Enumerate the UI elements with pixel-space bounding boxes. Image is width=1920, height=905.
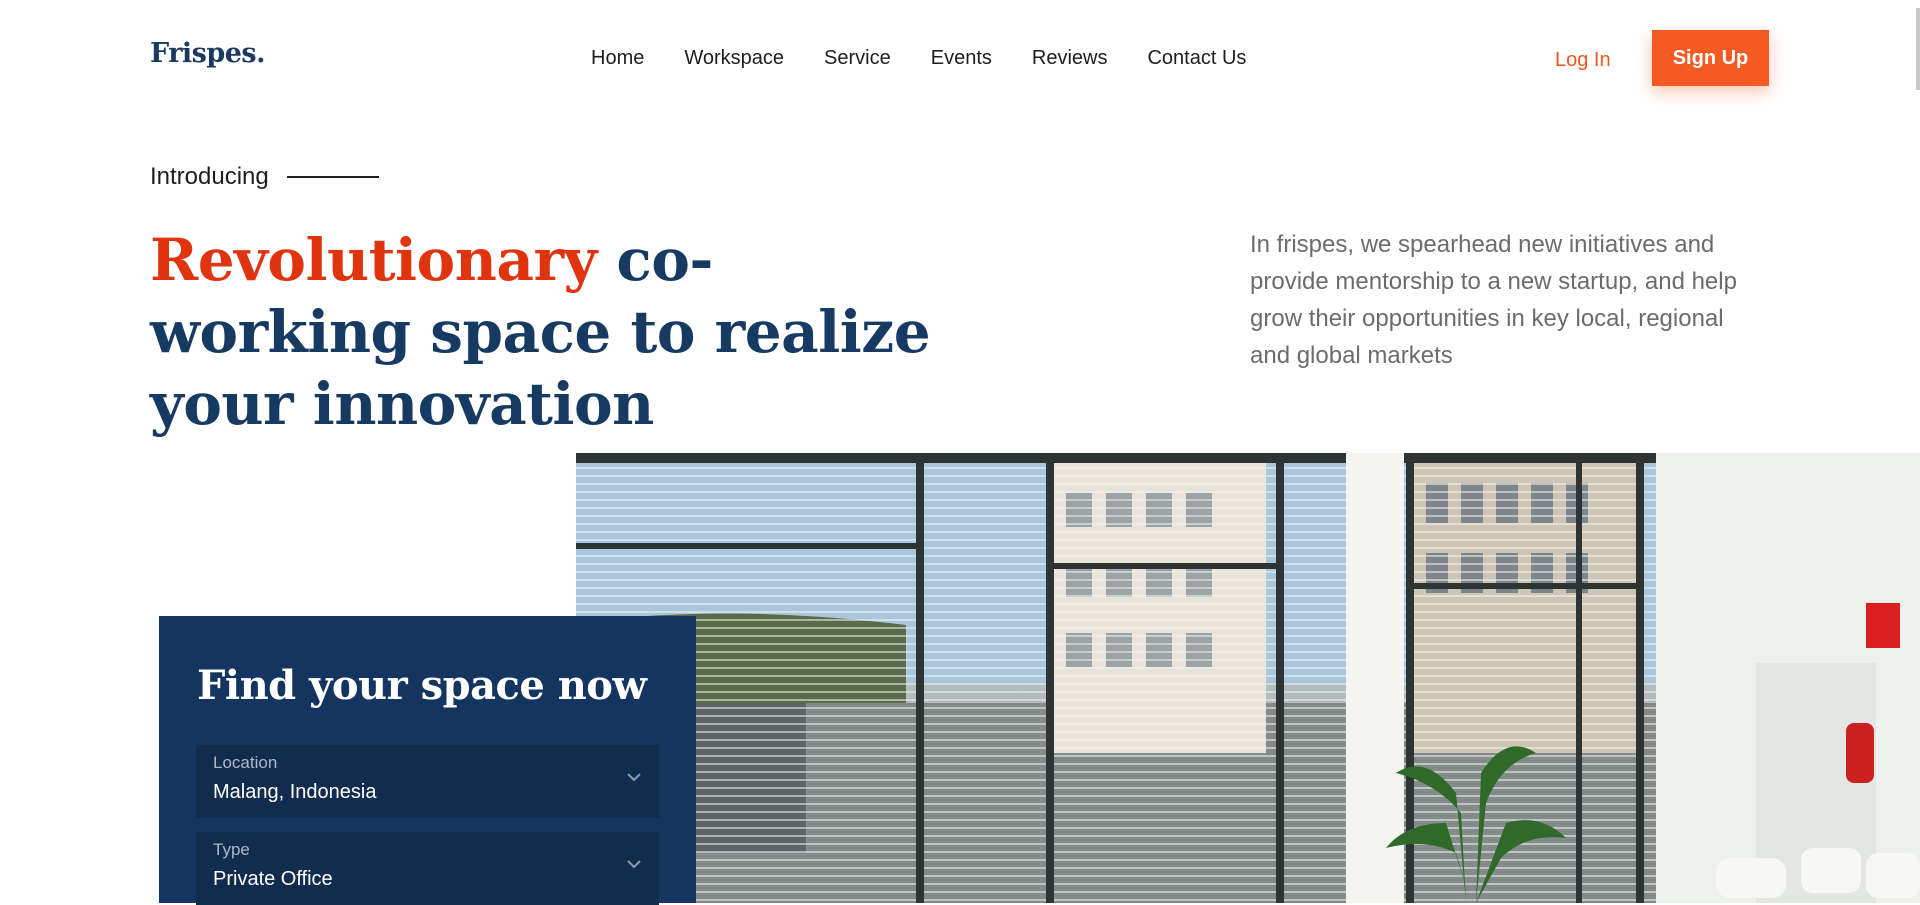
main-nav: Home Workspace Service Events Reviews Co… [591, 47, 1246, 70]
hero-office-photo [576, 453, 1920, 903]
finder-title: Find your space now [197, 662, 647, 709]
login-link[interactable]: Log In [1555, 49, 1611, 72]
nav-home[interactable]: Home [591, 47, 644, 70]
nav-workspace[interactable]: Workspace [684, 47, 784, 70]
page-scrollbar[interactable] [1916, 8, 1920, 90]
intro-eyebrow: Introducing [150, 163, 379, 191]
office-photo-illustration [576, 453, 1920, 903]
location-label: Location [213, 753, 278, 772]
type-value: Private Office [213, 868, 333, 890]
nav-reviews[interactable]: Reviews [1032, 47, 1108, 70]
nav-service[interactable]: Service [824, 47, 891, 70]
signup-button[interactable]: Sign Up [1652, 30, 1769, 86]
type-select[interactable]: Type Private Office [196, 832, 659, 905]
eyebrow-text: Introducing [150, 163, 269, 190]
hero-description: In frispes, we spearhead new initiatives… [1250, 231, 1737, 369]
space-finder-panel: Find your space now Location Malang, Ind… [159, 616, 696, 905]
chevron-down-icon [627, 773, 641, 782]
hero-headline: Revolutionary co-working space to realiz… [150, 224, 970, 440]
location-value: Malang, Indonesia [213, 781, 377, 803]
chevron-down-icon [627, 860, 641, 869]
type-label: Type [213, 840, 250, 859]
nav-contact-us[interactable]: Contact Us [1147, 47, 1246, 70]
headline-accent: Revolutionary [150, 226, 597, 294]
location-select[interactable]: Location Malang, Indonesia [196, 745, 659, 818]
eyebrow-divider [286, 176, 379, 178]
nav-events[interactable]: Events [931, 47, 992, 70]
brand-logo[interactable]: Frispes. [150, 38, 266, 69]
